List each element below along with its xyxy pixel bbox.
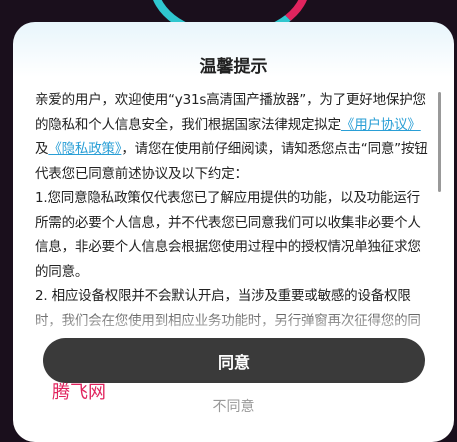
dialog-content: 亲爱的用户，欢迎使用“y31s高清国产播放器”，为了更好地保护您的隐私和个人信息… xyxy=(35,88,439,332)
paragraph-1: 1.您同意隐私政策仅代表您已了解应用提供的功能，以及功能运行所需的必要个人信息，… xyxy=(35,190,421,280)
user-agreement-link[interactable]: 《用户协议》 xyxy=(341,117,421,133)
privacy-policy-link[interactable]: 《隐私政策》 xyxy=(48,141,121,157)
paragraph-intro: 亲爱的用户，欢迎使用“y31s高清国产播放器”，为了更好地保护您的隐私和个人信息… xyxy=(35,88,433,186)
content-fade xyxy=(13,302,454,342)
site-watermark: 腾飞网 xyxy=(52,382,106,403)
dialog-content-scroll[interactable]: 亲爱的用户，欢迎使用“y31s高清国产播放器”，为了更好地保护您的隐私和个人信息… xyxy=(35,88,439,332)
and-text: 及 xyxy=(35,141,49,157)
content-scrollbar[interactable] xyxy=(438,92,441,192)
dialog-title: 温馨提示 xyxy=(199,57,268,77)
agree-button[interactable]: 同意 xyxy=(43,338,425,383)
